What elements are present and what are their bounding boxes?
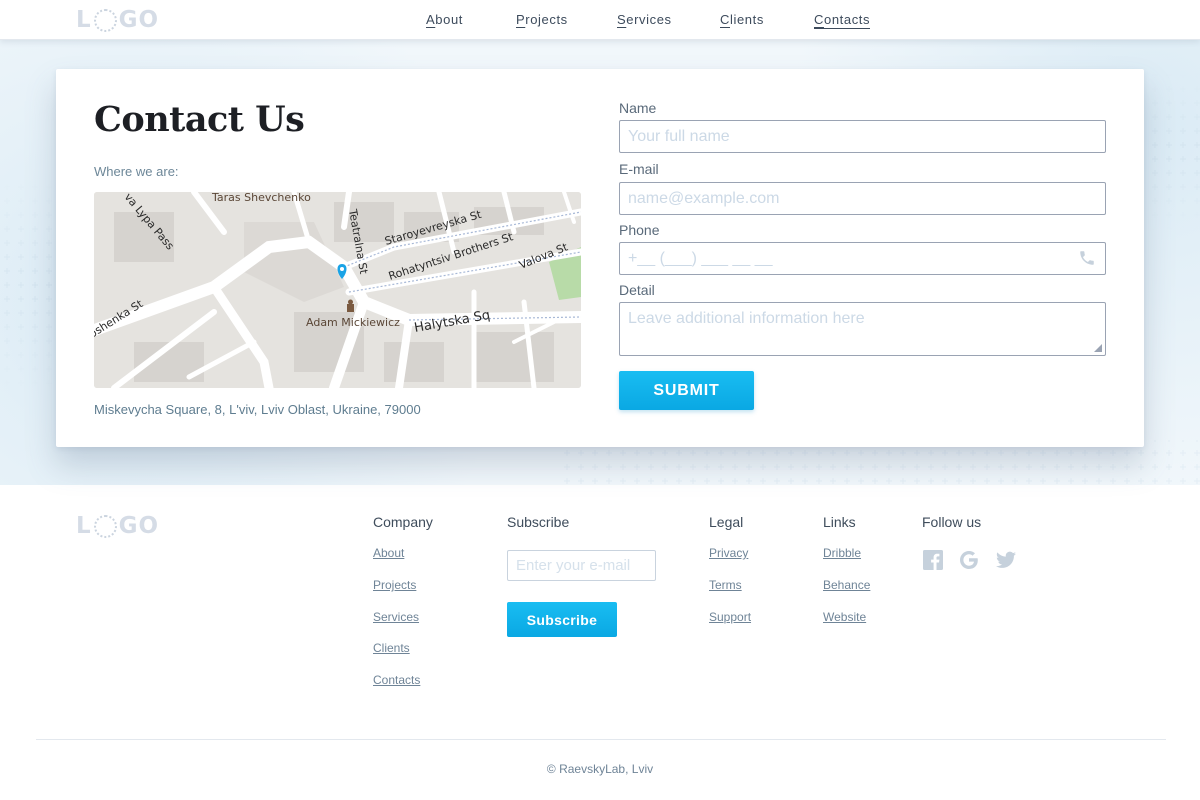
footer-legal-title: Legal <box>709 514 744 530</box>
footer-link-projects[interactable]: Projects <box>373 578 416 592</box>
map-label-shevchenko: Taras Shevchenko <box>211 192 311 204</box>
footer-link-dribble[interactable]: Dribble <box>823 546 861 560</box>
google-icon[interactable] <box>959 550 979 570</box>
footer-link-website[interactable]: Website <box>823 610 866 624</box>
footer-link-contacts[interactable]: Contacts <box>373 673 420 687</box>
detail-label: Detail <box>619 282 655 298</box>
footer-subscribe-title: Subscribe <box>507 514 570 530</box>
contact-card: Contact Us Where we are: Taras Shevchenk… <box>56 69 1144 447</box>
footer-follow-title: Follow us <box>922 514 982 530</box>
footer-link-terms[interactable]: Terms <box>709 578 742 592</box>
submit-button[interactable]: SUBMIT <box>619 371 754 410</box>
name-input[interactable] <box>619 120 1106 153</box>
page-title: Contact Us <box>94 99 305 140</box>
footer-link-behance[interactable]: Behance <box>823 578 870 592</box>
main-nav: About Projects Services Clients Contacts <box>0 0 1200 40</box>
footer-logo-ring <box>93 514 117 538</box>
footer-link-services[interactable]: Services <box>373 610 419 624</box>
map-label-mickiewicz: Adam Mickiewicz <box>306 316 400 329</box>
site-header: L GO About Projects Services Clients Cont… <box>0 0 1200 40</box>
email-input[interactable] <box>619 182 1106 215</box>
subscribe-email-input[interactable] <box>507 550 656 581</box>
footer-divider <box>36 739 1166 740</box>
footer-company-title: Company <box>373 514 433 530</box>
footer-link-clients[interactable]: Clients <box>373 641 410 655</box>
footer-link-support[interactable]: Support <box>709 610 751 624</box>
map-graphic: Taras Shevchenko va Lypa Pass Teatralna … <box>94 192 581 388</box>
textarea-resize-handle[interactable] <box>1094 344 1102 352</box>
facebook-icon[interactable] <box>923 550 943 570</box>
nav-link-projects[interactable]: Projects <box>516 12 568 27</box>
copyright-text: © RaevskyLab, Lviv <box>546 762 654 776</box>
phone-label: Phone <box>619 222 660 238</box>
address-text: Miskevycha Square, 8, L'viv, Lviv Oblast… <box>94 402 421 417</box>
phone-input[interactable] <box>619 242 1106 275</box>
phone-field-wrapper <box>619 242 1106 275</box>
nav-link-about[interactable]: About <box>426 12 463 27</box>
location-map[interactable]: Taras Shevchenko va Lypa Pass Teatralna … <box>94 192 581 388</box>
nav-link-clients[interactable]: Clients <box>720 12 764 27</box>
subscribe-button[interactable]: Subscribe <box>507 602 617 637</box>
footer-link-about[interactable]: About <box>373 546 404 560</box>
email-label: E-mail <box>619 161 659 177</box>
footer-logo-letter-l: L <box>76 513 92 539</box>
phone-icon <box>1080 251 1094 265</box>
nav-link-services[interactable]: Services <box>617 12 672 27</box>
contact-form: Name E-mail Phone Detail SUBMIT <box>619 69 1106 447</box>
where-label: Where we are: <box>94 164 179 179</box>
detail-textarea[interactable] <box>619 302 1106 356</box>
name-label: Name <box>619 100 657 116</box>
nav-link-contacts[interactable]: Contacts <box>814 12 871 29</box>
footer-links-title: Links <box>823 514 856 530</box>
twitter-icon[interactable] <box>996 550 1016 570</box>
footer-link-privacy[interactable]: Privacy <box>709 546 748 560</box>
footer-logo-letters-go: GO <box>118 513 160 539</box>
detail-field-wrapper <box>619 302 1106 356</box>
footer-logo[interactable]: L GO <box>76 512 159 540</box>
